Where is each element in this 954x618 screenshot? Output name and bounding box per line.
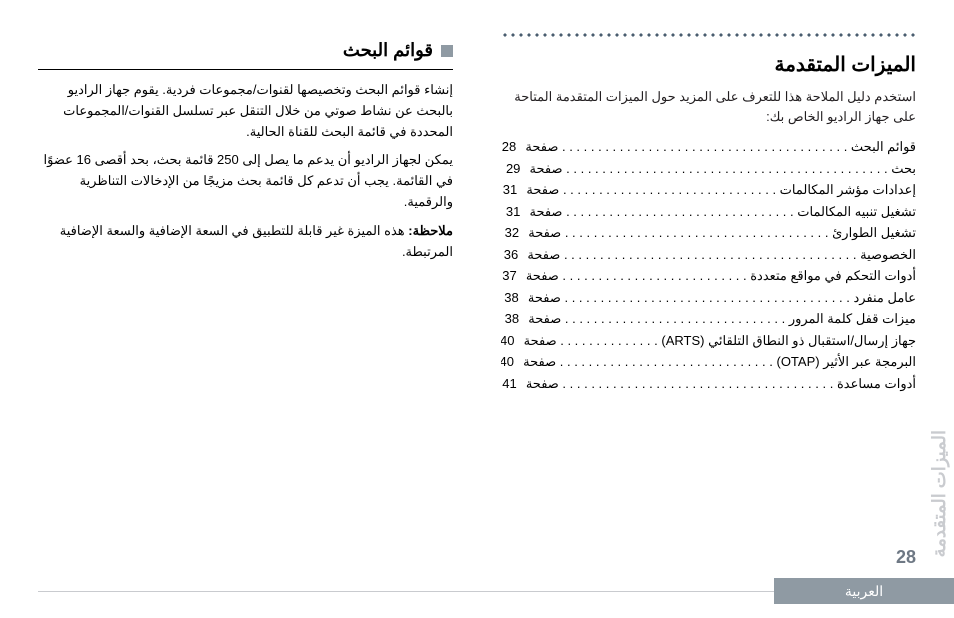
toc-label: تشغيل الطوارئ	[832, 225, 916, 240]
toc-page-word: صفحة	[522, 268, 559, 283]
toc-page-number: 41	[502, 374, 522, 394]
toc-row: أدوات التحكم في مواقع متعددة . . . . . .…	[501, 266, 916, 286]
toc-label: تشغيل تنبيه المكالمات	[797, 204, 916, 219]
toc-page-number: 31	[506, 202, 526, 222]
dotted-divider	[501, 32, 916, 38]
toc-page-number: 38	[504, 288, 524, 308]
toc-page-word: صفحة	[526, 161, 563, 176]
toc-page-word: صفحة	[524, 290, 561, 305]
note-paragraph: ملاحظة: هذه الميزة غير قابلة للتطبيق في …	[38, 221, 453, 263]
subsection-heading: قوائم البحث	[343, 40, 433, 61]
toc-leader-dots: . . . . . . . . . . . . . . . . . . . . …	[560, 247, 860, 262]
toc-label: ميزات قفل كلمة المرور	[789, 311, 916, 326]
side-tab-label: الميزات المتقدمة	[928, 430, 950, 557]
page-number: 28	[896, 547, 916, 568]
document-page: الميزات المتقدمة استخدم دليل الملاحة هذا…	[0, 0, 954, 618]
toc-page-number: 36	[504, 245, 524, 265]
toc-row: جهاز إرسال/استقبال ذو النطاق التلقائي (A…	[501, 331, 916, 351]
two-column-layout: الميزات المتقدمة استخدم دليل الملاحة هذا…	[38, 32, 916, 395]
toc-leader-dots: . . . . . . . . . . . . . . . . . . . . …	[556, 354, 776, 369]
left-column: قوائم البحث إنشاء قوائم البحث وتخصيصها ل…	[38, 32, 453, 395]
right-column: الميزات المتقدمة استخدم دليل الملاحة هذا…	[501, 32, 916, 395]
toc-leader-dots: . . . . . . . . . . . . . . . . . . . . …	[561, 311, 789, 326]
toc-row: عامل منفرد . . . . . . . . . . . . . . .…	[501, 288, 916, 308]
section-title: الميزات المتقدمة	[501, 52, 916, 77]
toc-page-word: صفحة	[522, 376, 559, 391]
toc-label: قوائم البحث	[851, 139, 916, 154]
toc-page-word: صفحة	[520, 354, 557, 369]
toc-page-word: صفحة	[526, 204, 563, 219]
toc-page-word: صفحة	[524, 247, 561, 262]
toc-page-word: صفحة	[525, 311, 562, 326]
language-label: العربية	[845, 583, 883, 600]
language-tab: العربية	[774, 578, 954, 604]
toc-page-number: 37	[502, 266, 522, 286]
toc-page-word: صفحة	[525, 225, 562, 240]
toc-leader-dots: . . . . . . . . . . . . . . . . . . . . …	[562, 204, 797, 219]
toc-page-number: 28	[502, 137, 522, 157]
toc-leader-dots: . . . . . . . . . . . . . . . . . . . . …	[559, 268, 750, 283]
paragraph-1: إنشاء قوائم البحث وتخصيصها لقنوات/مجموعا…	[38, 80, 453, 142]
toc-row: البرمجة عبر الأثير (OTAP) . . . . . . . …	[501, 352, 916, 372]
toc-label: إعدادات مؤشر المكالمات	[780, 182, 916, 197]
toc-row: تشغيل تنبيه المكالمات . . . . . . . . . …	[501, 202, 916, 222]
footer: العربية	[0, 578, 954, 604]
note-label: ملاحظة:	[408, 223, 453, 238]
toc-page-number: 40	[501, 352, 520, 372]
toc-leader-dots: . . . . . . . . . . . . . . . . . . . . …	[558, 139, 851, 154]
toc-label: أدوات مساعدة	[837, 376, 916, 391]
toc-page-number: 32	[505, 223, 525, 243]
square-bullet-icon	[441, 45, 453, 57]
toc-label: أدوات التحكم في مواقع متعددة	[750, 268, 916, 283]
toc-label: الخصوصية	[860, 247, 916, 262]
toc-leader-dots: . . . . . . . . . . . . . . . . . . . . …	[559, 376, 837, 391]
toc-label: بحث	[891, 161, 916, 176]
toc-label: عامل منفرد	[853, 290, 916, 305]
toc-row: إعدادات مؤشر المكالمات . . . . . . . . .…	[501, 180, 916, 200]
toc-label: البرمجة عبر الأثير (OTAP)	[776, 354, 916, 369]
footer-rule	[38, 591, 774, 592]
intro-text: استخدم دليل الملاحة هذا للتعرف على المزي…	[501, 87, 916, 127]
toc-page-number: 40	[501, 331, 520, 351]
subsection-heading-row: قوائم البحث	[38, 40, 453, 61]
toc-label: جهاز إرسال/استقبال ذو النطاق التلقائي (A…	[661, 333, 916, 348]
toc-row: الخصوصية . . . . . . . . . . . . . . . .…	[501, 245, 916, 265]
toc-row: ميزات قفل كلمة المرور . . . . . . . . . …	[501, 309, 916, 329]
toc-page-word: صفحة	[523, 182, 560, 197]
table-of-contents: قوائم البحث . . . . . . . . . . . . . . …	[501, 137, 916, 393]
toc-leader-dots: . . . . . . . . . . . . . .	[557, 333, 662, 348]
toc-page-number: 31	[503, 180, 523, 200]
toc-page-word: صفحة	[520, 333, 557, 348]
heading-rule	[38, 69, 453, 70]
paragraph-2: يمكن لجهاز الراديو أن يدعم ما يصل إلى 25…	[38, 150, 453, 212]
toc-row: قوائم البحث . . . . . . . . . . . . . . …	[501, 137, 916, 157]
toc-leader-dots: . . . . . . . . . . . . . . . . . . . . …	[559, 182, 779, 197]
toc-leader-dots: . . . . . . . . . . . . . . . . . . . . …	[561, 225, 832, 240]
toc-page-number: 38	[505, 309, 525, 329]
toc-row: تشغيل الطوارئ . . . . . . . . . . . . . …	[501, 223, 916, 243]
toc-leader-dots: . . . . . . . . . . . . . . . . . . . . …	[563, 161, 892, 176]
note-text: هذه الميزة غير قابلة للتطبيق في السعة ال…	[60, 223, 453, 259]
toc-row: بحث . . . . . . . . . . . . . . . . . . …	[501, 159, 916, 179]
toc-page-number: 29	[506, 159, 526, 179]
toc-leader-dots: . . . . . . . . . . . . . . . . . . . . …	[561, 290, 854, 305]
toc-row: أدوات مساعدة . . . . . . . . . . . . . .…	[501, 374, 916, 394]
toc-page-word: صفحة	[522, 139, 559, 154]
